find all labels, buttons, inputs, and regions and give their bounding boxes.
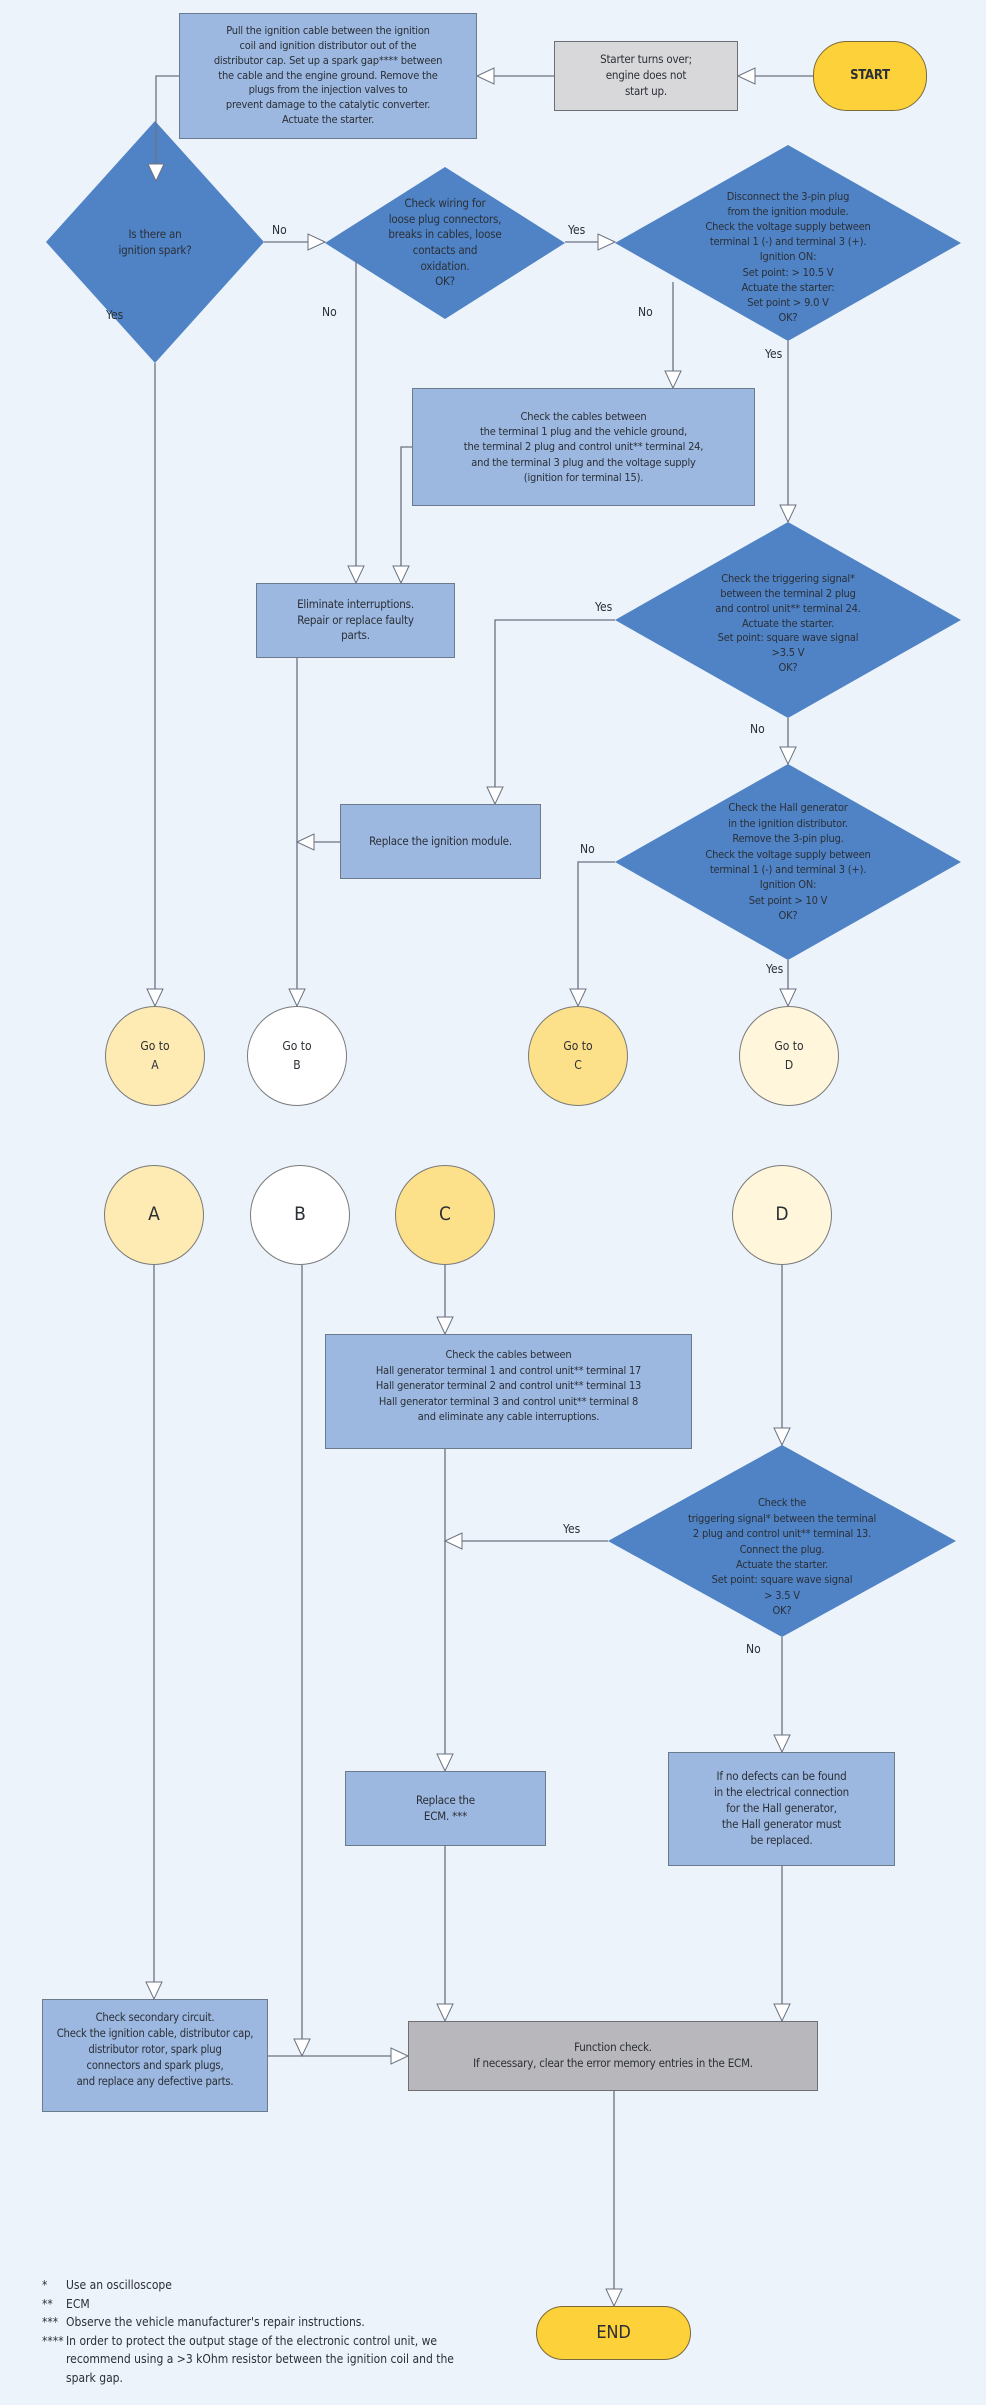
- function-check-box: Function check. If necessary, clear the …: [408, 2021, 818, 2091]
- footnote-text: Observe the vehicle manufacturer's repai…: [66, 2315, 365, 2330]
- eliminate-interruptions-box: Eliminate interruptions. Repair or repla…: [256, 583, 455, 658]
- arrowhead: [307, 233, 327, 251]
- arrowhead: [779, 988, 797, 1008]
- arrowhead: [597, 233, 617, 251]
- disconnect-plug-decision: Disconnect the 3-pin plug from the ignit…: [705, 190, 871, 324]
- goto-b-connector: Go to B: [247, 1006, 347, 1106]
- connector-b: B: [250, 1165, 350, 1265]
- check-trigger-24-decision: Check the triggering signal* between the…: [715, 571, 861, 675]
- arrowhead: [773, 1734, 791, 1754]
- arrowhead: [145, 1981, 163, 2001]
- check-hall-decision: Check the Hall generator in the ignition…: [705, 801, 871, 923]
- replace-ecm-box: Replace the ECM. ***: [345, 1771, 546, 1846]
- arrowhead: [295, 833, 315, 851]
- arrowhead: [773, 1427, 791, 1447]
- edge-label-disconnect-no: No: [638, 305, 653, 319]
- check-trigger-13-decision: Check the triggering signal* between the…: [687, 1496, 877, 1618]
- arrowhead: [436, 1753, 454, 1773]
- arrowhead: [443, 1532, 463, 1550]
- arrowhead: [390, 2047, 410, 2065]
- connector-c: C: [395, 1165, 495, 1265]
- no-defects-hall-box: If no defects can be found in the electr…: [668, 1752, 895, 1866]
- arrowhead: [146, 988, 164, 1008]
- arrowhead: [436, 1316, 454, 1336]
- footnote-2: ** ECM: [42, 2295, 462, 2314]
- edge-label-wiring-yes: Yes: [568, 223, 586, 237]
- footnote-text: Use an oscilloscope: [66, 2278, 172, 2292]
- footnote-text: In order to protect the output stage of …: [66, 2333, 454, 2385]
- edge-label-trigger13-no: No: [746, 1642, 761, 1656]
- end-terminal: END: [536, 2306, 691, 2360]
- starter-turns-over-box: Starter turns over; engine does not star…: [554, 41, 738, 111]
- arrowhead: [293, 2038, 311, 2058]
- edge-label-hall-yes: Yes: [766, 962, 784, 976]
- edge-label-spark-yes: Yes: [106, 308, 124, 322]
- footnote-mark: *: [42, 2278, 48, 2292]
- arrowhead: [486, 786, 504, 806]
- check-cables-terminal-box: Check the cables between the terminal 1 …: [412, 388, 755, 506]
- connector-d: D: [732, 1165, 832, 1265]
- edge-label-hall-no: No: [580, 842, 595, 856]
- arrowhead: [347, 565, 365, 585]
- is-spark-decision: Is there an ignition spark?: [118, 227, 192, 257]
- footnote-mark: **: [42, 2296, 53, 2311]
- edge-label-wiring-no: No: [322, 305, 337, 319]
- footnotes: * Use an oscilloscope ** ECM *** Observe th…: [42, 2276, 462, 2388]
- edge-label-trigger13-yes: Yes: [563, 1522, 581, 1536]
- arrowhead: [392, 565, 410, 585]
- arrowhead: [779, 746, 797, 766]
- footnote-mark: ****: [42, 2333, 64, 2348]
- edge-hall-gotoc: [577, 861, 615, 1006]
- arrowhead: [288, 988, 306, 1008]
- footnote-4: **** In order to protect the output stage…: [42, 2332, 462, 2388]
- footnote-1: * Use an oscilloscope: [42, 2276, 462, 2295]
- start-terminal: START: [813, 41, 927, 111]
- connector-a: A: [104, 1165, 204, 1265]
- footnote-3: *** Observe the vehicle manufacturer's re…: [42, 2313, 462, 2332]
- edge-label-disconnect-yes: Yes: [765, 347, 783, 361]
- arrowhead: [569, 988, 587, 1008]
- edge-label-spark-no: No: [272, 223, 287, 237]
- edge-trigger24-replace: [494, 619, 615, 804]
- pull-ignition-cable-box: Pull the ignition cable between the igni…: [179, 13, 477, 139]
- arrowhead: [436, 2003, 454, 2023]
- goto-d-connector: Go to D: [739, 1006, 839, 1106]
- goto-c-connector: Go to C: [528, 1006, 628, 1106]
- check-secondary-circuit-box: Check secondary circuit. Check the ignit…: [42, 1999, 268, 2112]
- check-cables-hall-box: Check the cables between Hall generator …: [325, 1334, 692, 1449]
- arrowhead: [779, 504, 797, 524]
- arrowhead: [664, 370, 682, 390]
- footnote-text: ECM: [66, 2296, 90, 2311]
- edge-label-trigger24-yes: Yes: [595, 600, 613, 614]
- arrowhead: [773, 2003, 791, 2023]
- arrowhead: [736, 67, 756, 85]
- goto-a-connector: Go to A: [105, 1006, 205, 1106]
- edge-label-trigger24-no: No: [750, 722, 765, 736]
- arrowhead: [475, 67, 495, 85]
- footnote-mark: ***: [42, 2315, 59, 2330]
- check-wiring-decision: Check wiring for loose plug connectors, …: [388, 196, 502, 289]
- edge-pull-spark: [155, 75, 179, 121]
- replace-ignition-module-box: Replace the ignition module.: [340, 804, 541, 879]
- arrowhead: [605, 2288, 623, 2308]
- edge-cables-eliminate: [400, 446, 412, 583]
